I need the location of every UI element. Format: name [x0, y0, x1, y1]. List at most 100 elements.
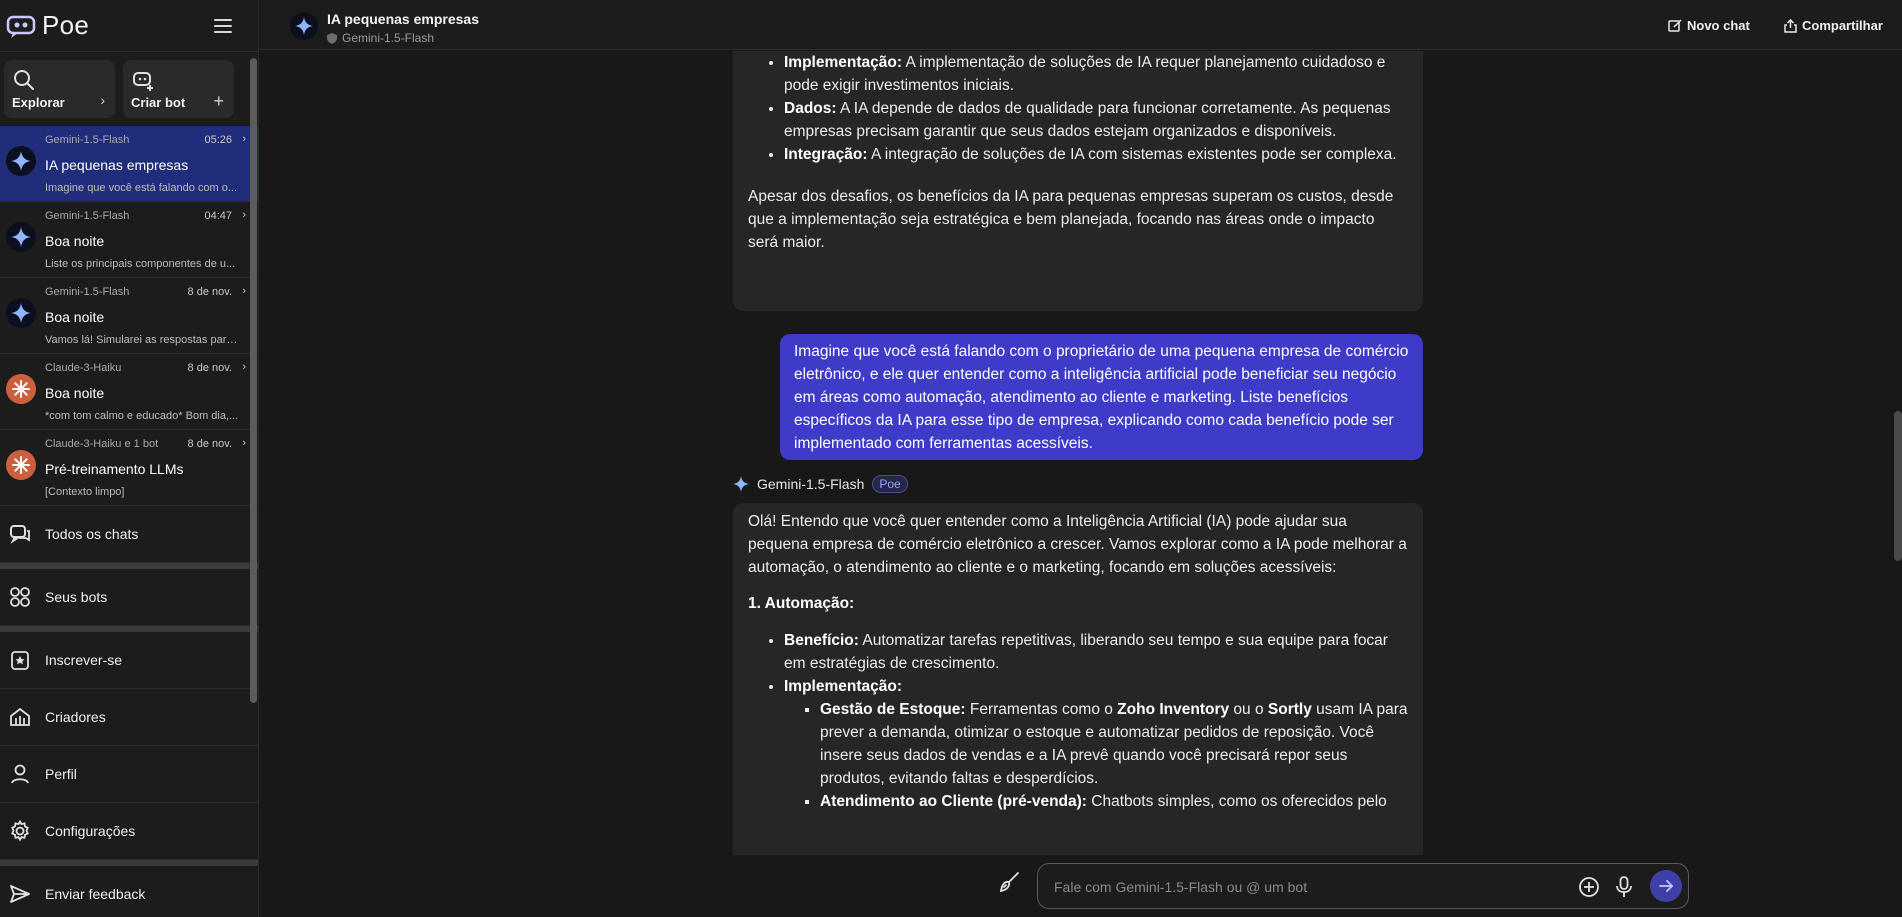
list-item: Gestão de Estoque: Ferramentas como o Zo…: [820, 698, 1408, 790]
chats-icon: [10, 525, 30, 544]
nav-all-chats[interactable]: Todos os chats: [0, 506, 258, 563]
settings-icon: [11, 820, 29, 842]
nav-label: Configurações: [45, 823, 136, 839]
chat-title: IA pequenas empresas: [45, 157, 189, 173]
search-icon: [14, 70, 34, 90]
list-item: Implementação: Gestão de Estoque: Ferram…: [784, 675, 1408, 813]
chevron-right-icon: ›: [242, 133, 246, 145]
sub-list: Gestão de Estoque: Ferramentas como o Zo…: [784, 698, 1408, 813]
nav-label: Inscrever-se: [45, 652, 123, 668]
chat-scrollbar[interactable]: [1894, 411, 1902, 561]
add-attachment-icon[interactable]: [1578, 876, 1600, 898]
app-name: Poe: [42, 10, 90, 40]
message-paragraph: Olá! Entendo que você quer entender como…: [748, 513, 1407, 576]
chat-title: Boa noite: [45, 385, 105, 401]
chat-time: 8 de nov.: [187, 438, 232, 450]
nav-profile[interactable]: Perfil: [0, 746, 258, 803]
chevron-right-icon: ›: [242, 437, 246, 449]
claude-avatar-icon: [6, 374, 36, 404]
microphone-icon[interactable]: [1614, 876, 1634, 898]
send-button[interactable]: [1650, 870, 1682, 902]
clear-context-icon[interactable]: [998, 871, 1020, 893]
gemini-avatar-icon: [6, 298, 36, 328]
chat-subtitle[interactable]: Gemini-1.5-Flash: [327, 31, 434, 45]
chat-item[interactable]: Gemini-1.5-Flash 05:26 › IA pequenas emp…: [0, 126, 258, 202]
nav-send-feedback[interactable]: Enviar feedback: [0, 866, 258, 917]
create-bot-label: Criar bot: [131, 95, 186, 110]
bot-name[interactable]: Gemini-1.5-Flash: [757, 476, 864, 492]
list-item: Benefício: Automatizar tarefas repetitiv…: [784, 629, 1408, 675]
list-item: Atendimento ao Cliente (pré-venda): Chat…: [820, 790, 1408, 813]
bot-name-row: Gemini-1.5-Flash Poe: [733, 475, 908, 493]
message-composer[interactable]: [1037, 863, 1689, 909]
poe-logo-icon: [6, 15, 36, 38]
list-item: Implementação: A implementação de soluçõ…: [784, 51, 1408, 97]
chat-header: IA pequenas empresas Gemini-1.5-Flash No…: [260, 0, 1902, 50]
explore-label: Explorar: [12, 95, 65, 110]
nav-creators[interactable]: Criadores: [0, 689, 258, 746]
user-message: Imagine que você está falando com o prop…: [780, 334, 1423, 460]
message-paragraph: Apesar dos desafios, os benefícios da IA…: [748, 188, 1394, 251]
quick-actions: Explorar › Criar bot +: [0, 52, 258, 126]
edit-icon: [1668, 18, 1682, 32]
send-arrow-icon: [1659, 880, 1674, 892]
chat-area: Implementação: A implementação de soluçõ…: [260, 51, 1902, 917]
chevron-right-icon: ›: [242, 285, 246, 297]
gemini-avatar-icon[interactable]: [290, 12, 318, 40]
chat-item[interactable]: Claude-3-Haiku e 1 bot 8 de nov. › Pré-t…: [0, 430, 258, 506]
chat-time: 8 de nov.: [187, 286, 232, 298]
bullet-list: Implementação: A implementação de soluçõ…: [748, 51, 1408, 166]
subscribe-icon: [11, 651, 29, 670]
sidebar-header: Poe: [0, 0, 258, 52]
new-chat-button[interactable]: Novo chat: [1668, 18, 1750, 33]
chevron-right-icon: ›: [242, 361, 246, 373]
chat-preview: Liste os principais componentes de u...: [45, 258, 236, 270]
creators-icon: [10, 707, 30, 726]
list-item: Dados: A IA depende de dados de qualidad…: [784, 97, 1408, 143]
nav-label: Todos os chats: [45, 526, 139, 542]
gemini-icon: [733, 476, 749, 492]
menu-icon[interactable]: [214, 18, 232, 33]
claude-avatar-icon: [6, 450, 36, 480]
chat-preview: Vamos lá! Simularei as respostas para ..…: [45, 334, 241, 346]
chat-time: 04:47: [204, 210, 232, 222]
composer-area: [260, 855, 1902, 917]
bots-icon: [10, 587, 30, 607]
chat-preview: [Contexto limpo]: [45, 486, 125, 498]
poe-badge: Poe: [872, 475, 908, 493]
new-chat-label: Novo chat: [1687, 18, 1750, 33]
list-item: Integração: A integração de soluções de …: [784, 143, 1408, 166]
sidebar-scrollbar[interactable]: [250, 58, 257, 703]
nav-subscribe[interactable]: Inscrever-se: [0, 632, 258, 689]
create-bot-button[interactable]: Criar bot +: [123, 60, 234, 118]
nav-label: Criadores: [45, 709, 106, 725]
chat-title: IA pequenas empresas: [327, 11, 479, 27]
chat-item[interactable]: Gemini-1.5-Flash 8 de nov. › Boa noite V…: [0, 278, 258, 354]
nav-settings[interactable]: Configurações: [0, 803, 258, 860]
send-feedback-icon: [10, 885, 30, 903]
chat-preview: *com tom calmo e educado* Bom dia,...: [45, 410, 239, 422]
bullet-list: Benefício: Automatizar tarefas repetitiv…: [748, 629, 1408, 813]
share-icon: [1784, 18, 1797, 33]
share-label: Compartilhar: [1802, 18, 1883, 33]
chat-item[interactable]: Claude-3-Haiku 8 de nov. › Boa noite *co…: [0, 354, 258, 430]
chat-title: Pré-treinamento LLMs: [45, 461, 184, 477]
chat-preview: Imagine que você está falando com o...: [45, 182, 238, 194]
profile-icon: [11, 764, 29, 784]
share-button[interactable]: Compartilhar: [1784, 18, 1883, 33]
message-input[interactable]: [1054, 876, 1534, 898]
chat-item[interactable]: Gemini-1.5-Flash 04:47 › Boa noite Liste…: [0, 202, 258, 278]
explore-button[interactable]: Explorar ›: [4, 60, 115, 118]
chevron-right-icon: ›: [100, 92, 105, 108]
section-heading: 1. Automação:: [748, 595, 855, 612]
poe-logo[interactable]: Poe: [6, 10, 89, 41]
create-bot-icon: [133, 72, 153, 91]
chat-title: Boa noite: [45, 233, 105, 249]
gemini-avatar-icon: [6, 222, 36, 252]
chat-time: 05:26: [204, 134, 232, 146]
chevron-right-icon: ›: [242, 209, 246, 221]
nav-your-bots[interactable]: Seus bots: [0, 569, 258, 626]
bot-message: Implementação: A implementação de soluçõ…: [733, 51, 1423, 311]
plus-icon: +: [213, 91, 224, 111]
chat-list: Gemini-1.5-Flash 05:26 › IA pequenas emp…: [0, 126, 258, 506]
